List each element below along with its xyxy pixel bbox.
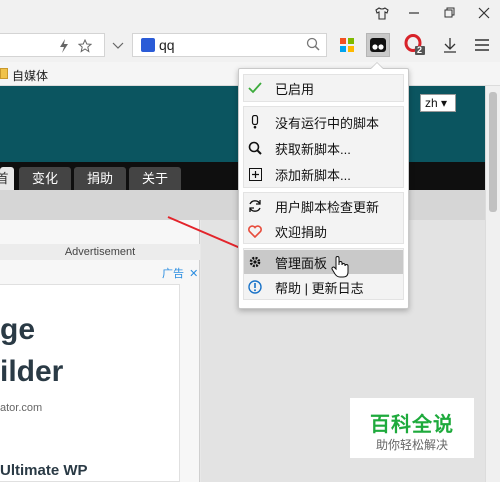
search-input[interactable]: qq	[159, 37, 175, 53]
refresh-icon	[248, 199, 262, 213]
language-select[interactable]: zh ▾	[420, 94, 456, 112]
tab-donate[interactable]: 捐助	[74, 167, 126, 190]
info-icon	[248, 280, 262, 294]
scroll-thumb[interactable]	[489, 92, 497, 212]
tampermonkey-icon[interactable]	[366, 33, 390, 57]
ad-close-icon[interactable]: ✕	[189, 268, 198, 280]
menu-group-extras: 用户脚本检查更新 欢迎捐助	[243, 192, 404, 244]
download-icon[interactable]	[438, 33, 462, 57]
extension-badge: 2	[417, 45, 423, 55]
search-icon	[248, 141, 262, 155]
menu-group-status: 已启用	[243, 74, 404, 102]
title-bar	[0, 0, 500, 28]
menu-group-manage: 管理面板 帮助 | 更新日志	[243, 248, 404, 300]
bookmark-item[interactable]: 自媒体	[12, 67, 48, 84]
menu-item-new-script[interactable]: 添加新脚本...	[244, 162, 403, 186]
menu-item-label: 已启用	[275, 81, 315, 97]
checkmark-icon	[248, 81, 262, 95]
close-icon[interactable]	[474, 4, 494, 22]
ad-choices-label: 广告	[162, 268, 184, 280]
search-engine-icon[interactable]	[141, 38, 155, 52]
menu-icon[interactable]	[470, 33, 494, 57]
star-icon[interactable]	[77, 38, 93, 54]
menu-item-label: 欢迎捐助	[275, 224, 328, 240]
folder-icon[interactable]	[0, 68, 8, 79]
menu-group-scripts: 没有运行中的脚本 获取新脚本... 添加新脚本...	[243, 106, 404, 188]
search-icon[interactable]	[306, 37, 320, 56]
menu-item-get-scripts[interactable]: 获取新脚本...	[244, 136, 403, 160]
watermark-subtitle: 助你轻松解决	[375, 438, 448, 452]
menu-item-no-scripts[interactable]: 没有运行中的脚本	[244, 110, 403, 134]
menu-item-label: 没有运行中的脚本	[275, 115, 380, 131]
heart-icon	[248, 224, 262, 238]
windows-apps-icon[interactable]	[335, 33, 359, 57]
ad-url: ator.com	[0, 402, 43, 414]
menu-item-dashboard[interactable]: 管理面板	[244, 250, 403, 274]
menu-item-label: 添加新脚本...	[275, 167, 351, 183]
menu-item-donate[interactable]: 欢迎捐助	[244, 219, 403, 243]
tab-about[interactable]: 关于	[129, 167, 181, 190]
tab-home[interactable]: 首页	[0, 167, 14, 190]
menu-item-help[interactable]: 帮助 | 更新日志	[244, 275, 403, 299]
hand-cursor-icon	[331, 256, 349, 278]
tampermonkey-menu: 已启用 没有运行中的脚本 获取新脚本... 添加新脚本... 用户脚本检查更新 …	[238, 68, 409, 309]
watermark-logo: 百科全说 助你轻松解决	[350, 398, 474, 458]
menu-item-label: 帮助 | 更新日志	[275, 280, 364, 296]
browser-window: qq 2 自媒体 zh ▾ 首页 变化 捐助 关于 Ad	[0, 0, 500, 482]
gear-icon	[248, 255, 262, 269]
search-box[interactable]: qq	[132, 33, 327, 57]
menu-item-label: 用户脚本检查更新	[275, 199, 380, 215]
restore-icon[interactable]	[440, 4, 460, 22]
tab-changes[interactable]: 变化	[19, 167, 71, 190]
minimize-icon[interactable]	[404, 4, 424, 22]
menu-item-check-updates[interactable]: 用户脚本检查更新	[244, 194, 403, 218]
ad-subline: Ultimate WP	[0, 462, 88, 479]
chevron-down-icon[interactable]	[110, 38, 126, 54]
menu-caret-inner	[371, 63, 383, 69]
ad-headline-2: ilder	[0, 355, 64, 388]
plus-box-icon	[248, 167, 262, 181]
ad-headline-1: ge	[0, 313, 36, 346]
exclamation-icon	[248, 115, 262, 129]
menu-item-enabled[interactable]: 已启用	[244, 76, 403, 100]
watermark-title: 百科全说	[370, 414, 454, 436]
skin-icon[interactable]	[372, 4, 392, 22]
opera-addon-icon[interactable]: 2	[403, 33, 427, 57]
scrollbar[interactable]	[485, 86, 500, 482]
ad-choices[interactable]: 广告 ✕	[162, 265, 198, 281]
lightning-icon[interactable]	[56, 38, 72, 54]
menu-item-label: 获取新脚本...	[275, 141, 351, 157]
ad-card[interactable]: ge ilder ator.com Ultimate WP	[0, 284, 180, 482]
menu-item-label: 管理面板	[275, 255, 328, 271]
